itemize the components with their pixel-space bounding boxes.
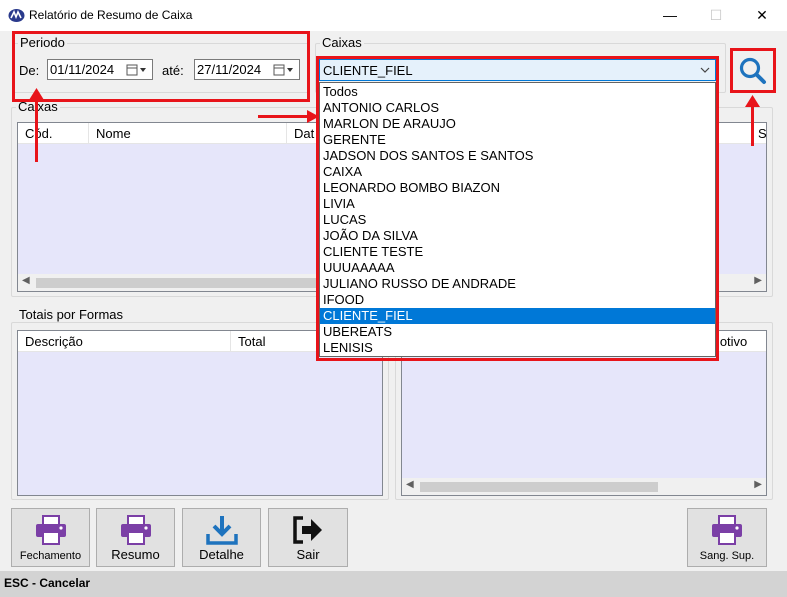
minimize-button[interactable]: —: [647, 0, 693, 31]
scroll-right-icon[interactable]: ▶: [754, 275, 762, 286]
annotation-box-search: [730, 48, 776, 93]
annotation-arrow-shaft: [258, 115, 310, 118]
resumo-label: Resumo: [111, 547, 160, 562]
title-bar: Relatório de Resumo de Caixa — ☐ ✕: [0, 0, 787, 31]
column-nome[interactable]: Nome: [89, 123, 287, 144]
maximize-button: ☐: [709, 7, 723, 23]
sang-sup-button[interactable]: Sang. Sup.: [687, 508, 767, 567]
fechamento-label: Fechamento: [19, 550, 82, 562]
printer-icon: [35, 515, 66, 545]
scroll-right-icon[interactable]: ▶: [754, 479, 762, 490]
annotation-arrow-up-icon: [745, 95, 760, 107]
scroll-left-icon[interactable]: ◀: [406, 479, 414, 490]
annotation-arrow-right-icon: [307, 110, 319, 123]
column-cod[interactable]: Cód.: [18, 123, 89, 144]
status-text: ESC - Cancelar: [4, 576, 91, 590]
download-icon: [205, 516, 238, 545]
scroll-thumb[interactable]: [36, 278, 336, 288]
detalhe-label: Detalhe: [199, 547, 244, 562]
column-descricao[interactable]: Descrição: [18, 331, 231, 352]
printer-icon: [712, 515, 742, 545]
sair-button[interactable]: Sair: [268, 508, 348, 567]
close-button[interactable]: ✕: [739, 0, 785, 31]
annotation-arrow-up-icon: [29, 88, 44, 100]
exit-icon: [293, 516, 322, 544]
scroll-thumb[interactable]: [420, 482, 658, 492]
scroll-left-icon[interactable]: ◀: [22, 275, 30, 286]
window-title: Relatório de Resumo de Caixa: [29, 8, 193, 22]
right-horizontal-scrollbar[interactable]: ◀ ▶: [402, 478, 766, 495]
fechamento-button[interactable]: Fechamento: [11, 508, 90, 567]
detalhe-button[interactable]: Detalhe: [182, 508, 261, 567]
app-logo-icon: [8, 9, 25, 22]
resumo-button[interactable]: Resumo: [96, 508, 175, 567]
caixas-filter-title: Caixas: [320, 35, 364, 50]
annotation-box-caixas: [316, 56, 719, 361]
annotation-arrow-shaft: [35, 96, 38, 162]
sair-label: Sair: [296, 547, 320, 562]
status-bar: ESC - Cancelar: [0, 571, 787, 597]
printer-icon: [120, 515, 151, 545]
annotation-box-periodo: [12, 31, 310, 102]
annotation-arrow-shaft: [751, 104, 754, 146]
totais-group-title: Totais por Formas: [17, 307, 126, 322]
sang-sup-label: Sang. Sup.: [699, 550, 755, 562]
